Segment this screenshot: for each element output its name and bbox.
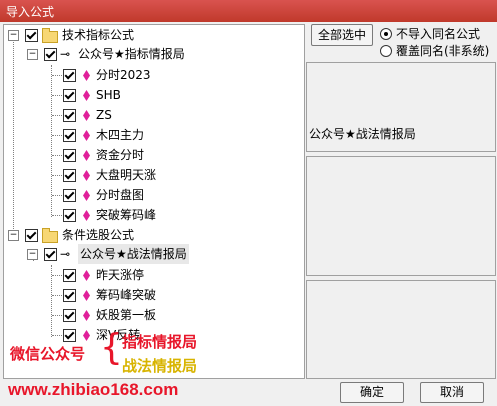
radio-overwrite-label: 覆盖同名(非系统) (396, 44, 490, 58)
tree-item-row[interactable]: 分时盘图 (4, 185, 304, 205)
formula-icon (83, 330, 90, 341)
tree-item-label: 分时盘图 (96, 188, 145, 202)
tree-subgroup-row[interactable]: − ⊸ 公众号★战法情报局 (4, 244, 304, 264)
item-checkbox[interactable] (63, 209, 76, 222)
select-all-button[interactable]: 全部选中 (311, 24, 373, 46)
ok-button[interactable]: 确定 (340, 382, 404, 403)
formula-icon (83, 310, 90, 321)
radio-skip-duplicates[interactable] (380, 28, 392, 40)
collapse-icon[interactable]: − (27, 49, 38, 60)
formula-icon (83, 70, 90, 81)
overlay-line-2: 战法情报局 (122, 357, 198, 375)
import-formula-dialog: 导入公式 − 技术指标公式 − ⊸ 公众号★指标情报局 分时2023 SHB Z… (0, 0, 497, 406)
tree-item-label: 木四主力 (96, 128, 145, 142)
brace-symbol: { (100, 327, 123, 368)
tree-item-row[interactable]: 资金分时 (4, 145, 304, 165)
tree-guide-line (52, 75, 62, 76)
info-panel-top: 公众号★战法情报局 (306, 62, 496, 152)
tree-guide-line (52, 95, 62, 96)
tree-item-row[interactable]: 大盘明天涨 (4, 165, 304, 185)
item-checkbox[interactable] (63, 309, 76, 322)
cancel-button[interactable]: 取消 (420, 382, 484, 403)
item-checkbox[interactable] (63, 289, 76, 302)
tree-guide-line (52, 335, 62, 336)
key-icon: ⊸ (60, 247, 71, 261)
window-title: 导入公式 (6, 5, 55, 19)
tree-item-label: 突破筹码峰 (96, 208, 157, 222)
tree-item-row[interactable]: 昨天涨停 (4, 265, 304, 285)
tree-guide-line (52, 315, 62, 316)
item-checkbox[interactable] (63, 329, 76, 342)
formula-icon (83, 130, 90, 141)
tree-item-label: 昨天涨停 (96, 268, 145, 282)
formula-icon (83, 110, 90, 121)
tree-item-row[interactable]: 妖股第一板 (4, 305, 304, 325)
title-bar: 导入公式 (0, 0, 497, 22)
tree-guide-line (52, 175, 62, 176)
tree-item-row[interactable]: ZS (4, 105, 304, 125)
tree-group-row[interactable]: − 技术指标公式 (4, 25, 304, 45)
collapse-icon[interactable]: − (8, 230, 19, 241)
item-checkbox[interactable] (63, 189, 76, 202)
formula-icon (83, 290, 90, 301)
tree-item-row[interactable]: 筹码峰突破 (4, 285, 304, 305)
item-checkbox[interactable] (63, 129, 76, 142)
formula-icon (83, 90, 90, 101)
formula-icon (83, 270, 90, 281)
info-panel-middle (306, 156, 496, 276)
tree-group-row[interactable]: − 条件选股公式 (4, 225, 304, 245)
formula-icon (83, 190, 90, 201)
tree-subgroup-label: 公众号★指标情报局 (78, 47, 185, 61)
item-checkbox[interactable] (63, 169, 76, 182)
tree-group-label: 技术指标公式 (62, 28, 135, 42)
item-checkbox[interactable] (63, 269, 76, 282)
item-checkbox[interactable] (63, 149, 76, 162)
radio-overwrite[interactable] (380, 45, 392, 57)
tree-guide-line (52, 295, 62, 296)
radio-skip-label: 不导入同名公式 (396, 27, 481, 41)
tree-guide-line (52, 115, 62, 116)
formula-icon (83, 150, 90, 161)
group-checkbox[interactable] (25, 229, 38, 242)
tree-subgroup-row[interactable]: − ⊸ 公众号★指标情报局 (4, 44, 304, 64)
key-icon: ⊸ (60, 47, 71, 61)
tree-item-label: SHB (96, 88, 121, 102)
tree-item-label: 筹码峰突破 (96, 288, 157, 302)
formula-icon (83, 210, 90, 221)
folder-icon (42, 228, 58, 243)
item-checkbox[interactable] (63, 69, 76, 82)
tree-group-label: 条件选股公式 (62, 228, 135, 242)
tree-item-label: ZS (96, 108, 112, 122)
tree-item-label: 妖股第一板 (96, 308, 157, 322)
formula-icon (83, 170, 90, 181)
subgroup-checkbox[interactable] (44, 48, 57, 61)
info-panel-bottom (306, 280, 496, 379)
tree-subgroup-label: 公众号★战法情报局 (78, 244, 189, 264)
tree-item-label: 分时2023 (96, 68, 151, 82)
tree-guide-line (52, 155, 62, 156)
overlay-line-1: 指标情报局 (122, 333, 198, 351)
tree-guide-line (52, 195, 62, 196)
item-checkbox[interactable] (63, 109, 76, 122)
website-url: www.zhibiao168.com (8, 380, 179, 399)
group-checkbox[interactable] (25, 29, 38, 42)
tree-guide-line (52, 135, 62, 136)
tree-item-row[interactable]: SHB (4, 85, 304, 105)
tree-item-label: 资金分时 (96, 148, 145, 162)
tree-item-row[interactable]: 木四主力 (4, 125, 304, 145)
collapse-icon[interactable]: − (8, 30, 19, 41)
wechat-label: 微信公众号 (10, 345, 86, 363)
tree-guide-line (52, 215, 62, 216)
formula-tree[interactable]: − 技术指标公式 − ⊸ 公众号★指标情报局 分时2023 SHB ZS 木四主… (3, 24, 305, 379)
item-checkbox[interactable] (63, 89, 76, 102)
collapse-icon[interactable]: − (27, 249, 38, 260)
selected-formula-name: 公众号★战法情报局 (309, 127, 416, 141)
tree-item-label: 大盘明天涨 (96, 168, 157, 182)
tree-item-row[interactable]: 突破筹码峰 (4, 205, 304, 225)
tree-guide-line (52, 275, 62, 276)
tree-item-row[interactable]: 分时2023 (4, 65, 304, 85)
subgroup-checkbox[interactable] (44, 248, 57, 261)
folder-icon (42, 28, 58, 43)
